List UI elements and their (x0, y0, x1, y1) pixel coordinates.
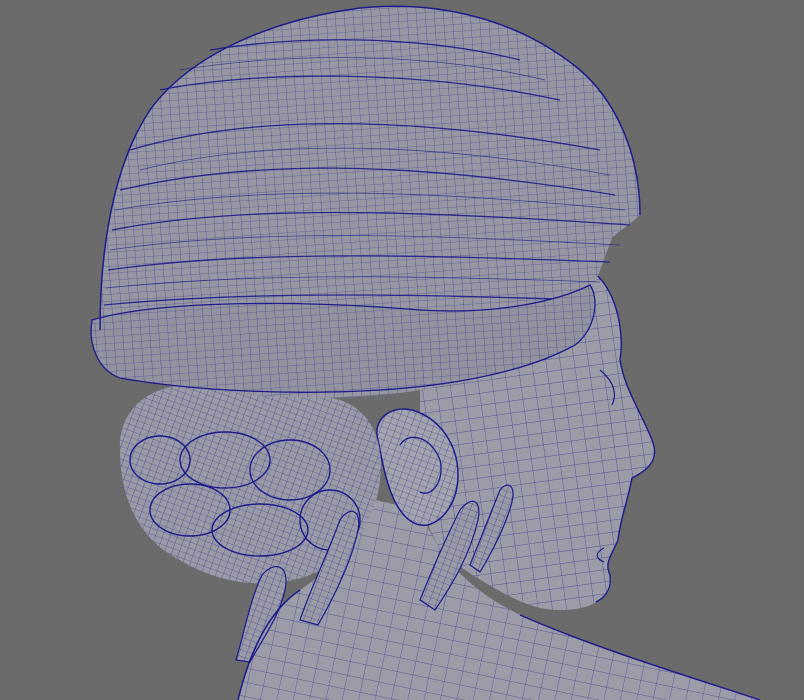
hair-top-mesh (90, 6, 640, 398)
wireframe-head-model (90, 5, 761, 700)
3d-viewport[interactable] (0, 0, 804, 700)
